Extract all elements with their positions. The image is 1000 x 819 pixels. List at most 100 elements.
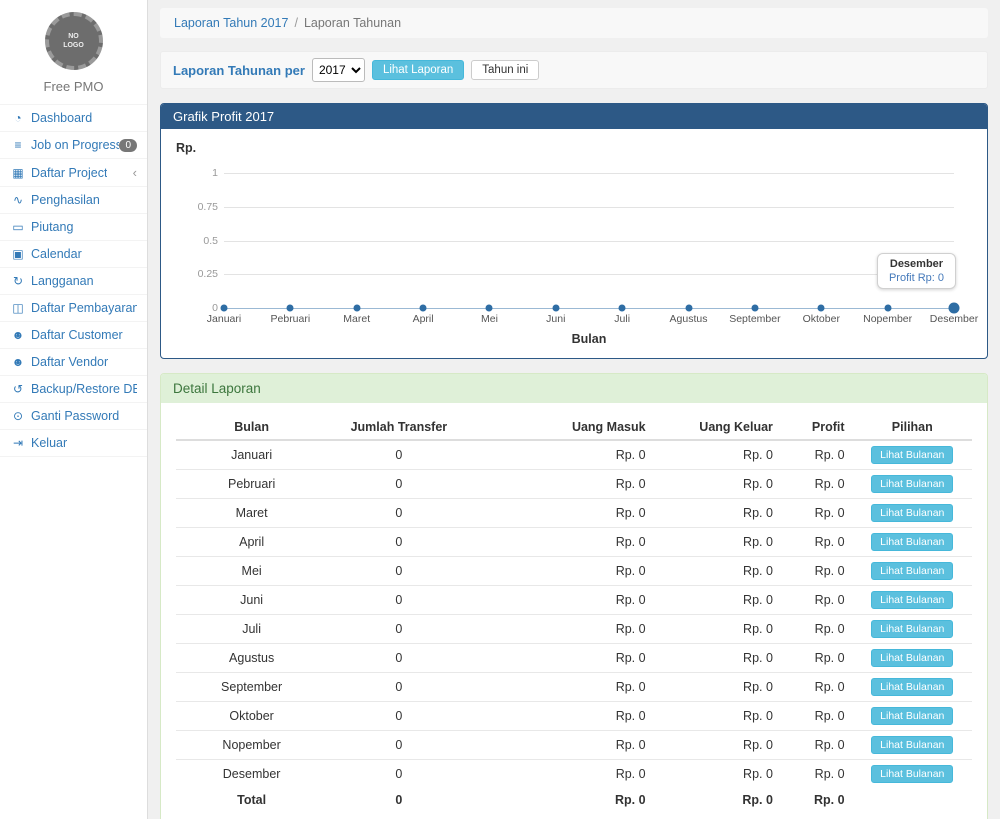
- cell-pilihan: Lihat Bulanan: [853, 528, 972, 557]
- sidebar-item-langganan[interactable]: ↻ Langganan: [0, 267, 147, 294]
- lihat-bulanan-button[interactable]: Lihat Bulanan: [871, 765, 953, 783]
- data-point-juli[interactable]: [619, 305, 626, 312]
- cell-profit: Rp. 0: [781, 557, 853, 586]
- sidebar-item-dashboard[interactable]: ◔Dashboard: [0, 104, 147, 131]
- sidebar-item-label: Daftar Vendor: [31, 355, 108, 369]
- lihat-bulanan-button[interactable]: Lihat Bulanan: [871, 591, 953, 609]
- data-point-desember[interactable]: [949, 303, 960, 314]
- data-point-mei[interactable]: [486, 305, 493, 312]
- app-logo: NO LOGO: [45, 12, 103, 70]
- x-tick-label: Desember: [930, 313, 978, 325]
- breadcrumb: Laporan Tahun 2017/Laporan Tahunan: [160, 8, 988, 38]
- tahun-ini-button[interactable]: Tahun ini: [471, 60, 539, 80]
- cell-pilihan: Lihat Bulanan: [853, 499, 972, 528]
- data-point-nopember[interactable]: [884, 305, 891, 312]
- sidebar-item-daftar-vendor[interactable]: ☻Daftar Vendor: [0, 348, 147, 375]
- lihat-bulanan-button[interactable]: Lihat Bulanan: [871, 562, 953, 580]
- cell-jumlah-transfer: 0: [327, 702, 470, 731]
- detail-report-panel: Detail Laporan Bulan Jumlah Transfer Uan…: [160, 373, 988, 819]
- sidebar-item-label: Calendar: [31, 247, 82, 261]
- sidebar-item-keluar[interactable]: ⇥Keluar: [0, 429, 147, 457]
- lihat-bulanan-button[interactable]: Lihat Bulanan: [871, 504, 953, 522]
- cell-jumlah-transfer: 0: [327, 557, 470, 586]
- data-point-pebruari[interactable]: [287, 305, 294, 312]
- project-table-icon: ▦: [10, 166, 26, 180]
- calendar-icon: ▣: [10, 247, 26, 261]
- lihat-bulanan-button[interactable]: Lihat Bulanan: [871, 736, 953, 754]
- profit-chart-panel: Grafik Profit 2017 Rp. 00.250.50.751 Jan…: [160, 103, 988, 359]
- x-tick-label: Pebruari: [271, 313, 311, 325]
- data-point-juni[interactable]: [552, 305, 559, 312]
- sidebar-item-daftar-project[interactable]: ▦Daftar Project‹: [0, 158, 147, 186]
- cell-pilihan: Lihat Bulanan: [853, 644, 972, 673]
- cell-bulan: Pebruari: [176, 470, 327, 499]
- cell-uang-keluar: Rp. 0: [654, 528, 781, 557]
- lihat-bulanan-button[interactable]: Lihat Bulanan: [871, 446, 953, 464]
- sidebar-item-label: Backup/Restore DB: [31, 382, 137, 396]
- sidebar-item-label: Dashboard: [31, 111, 92, 125]
- cell-bulan: Maret: [176, 499, 327, 528]
- sidebar-item-label: Langganan: [31, 274, 94, 288]
- cell-uang-masuk: Rp. 0: [471, 673, 654, 702]
- cell-uang-masuk: Rp. 0: [471, 440, 654, 470]
- cell-bulan: Nopember: [176, 731, 327, 760]
- lihat-laporan-button[interactable]: Lihat Laporan: [372, 60, 464, 80]
- cell-jumlah-transfer: 0: [327, 615, 470, 644]
- year-select[interactable]: 2017: [312, 58, 365, 82]
- cell-jumlah-transfer: 0: [327, 499, 470, 528]
- sidebar-item-penghasilan[interactable]: ∿Penghasilan: [0, 186, 147, 213]
- breadcrumb-link-laporan-tahun[interactable]: Laporan Tahun 2017: [174, 16, 288, 30]
- cell-uang-keluar: Rp. 0: [654, 644, 781, 673]
- data-point-agustus[interactable]: [685, 305, 692, 312]
- subscription-refresh-icon: ↻: [10, 274, 26, 288]
- sidebar-item-calendar[interactable]: ▣ Calendar: [0, 240, 147, 267]
- cell-profit: Rp. 0: [781, 644, 853, 673]
- cell-pilihan: Lihat Bulanan: [853, 673, 972, 702]
- sidebar-item-ganti-password[interactable]: ⊙Ganti Password: [0, 402, 147, 429]
- header-profit: Profit: [781, 415, 853, 440]
- sidebar-item-daftar-customer[interactable]: ☻Daftar Customer: [0, 321, 147, 348]
- sidebar-item-piutang[interactable]: ▭Piutang: [0, 213, 147, 240]
- header-pilihan: Pilihan: [853, 415, 972, 440]
- data-point-oktober[interactable]: [818, 305, 825, 312]
- total-uang-keluar: Rp. 0: [654, 788, 781, 812]
- table-row: April0Rp. 0Rp. 0Rp. 0Lihat Bulanan: [176, 528, 972, 557]
- x-tick-label: Juli: [614, 313, 630, 325]
- lihat-bulanan-button[interactable]: Lihat Bulanan: [871, 649, 953, 667]
- cell-pilihan: Lihat Bulanan: [853, 731, 972, 760]
- data-point-maret[interactable]: [353, 305, 360, 312]
- chart-x-axis-label: Bulan: [224, 332, 954, 346]
- chart-panel-body: Rp. 00.250.50.751 JanuariPebruariMaretAp…: [161, 129, 987, 358]
- lihat-bulanan-button[interactable]: Lihat Bulanan: [871, 475, 953, 493]
- lihat-bulanan-button[interactable]: Lihat Bulanan: [871, 620, 953, 638]
- logo-placeholder-text: NO LOGO: [59, 32, 89, 51]
- report-table: Bulan Jumlah Transfer Uang Masuk Uang Ke…: [176, 415, 972, 812]
- data-point-april[interactable]: [420, 305, 427, 312]
- chart-panel-title: Grafik Profit 2017: [161, 104, 987, 129]
- chevron-left-icon: ‹: [133, 165, 137, 180]
- x-tick-label: Nopember: [863, 313, 912, 325]
- cell-uang-masuk: Rp. 0: [471, 557, 654, 586]
- data-point-september[interactable]: [751, 305, 758, 312]
- sidebar-item-job-on-progress[interactable]: ≡Job on Progress0: [0, 131, 147, 158]
- lihat-bulanan-button[interactable]: Lihat Bulanan: [871, 533, 953, 551]
- filter-label: Laporan Tahunan per: [173, 63, 305, 78]
- y-tick-label: 0.25: [178, 268, 218, 280]
- count-badge: 0: [119, 139, 137, 152]
- sidebar-item-backup-restore-db[interactable]: ↺Backup/Restore DB: [0, 375, 147, 402]
- sidebar-item-daftar-pembayaran[interactable]: ◫Daftar Pembayaran: [0, 294, 147, 321]
- total-jumlah-transfer: 0: [327, 788, 470, 812]
- x-tick-label: Januari: [207, 313, 241, 325]
- cell-profit: Rp. 0: [781, 731, 853, 760]
- cell-uang-keluar: Rp. 0: [654, 499, 781, 528]
- cell-bulan: April: [176, 528, 327, 557]
- cell-uang-masuk: Rp. 0: [471, 470, 654, 499]
- cell-jumlah-transfer: 0: [327, 440, 470, 470]
- payments-icon: ◫: [10, 301, 26, 315]
- lihat-bulanan-button[interactable]: Lihat Bulanan: [871, 707, 953, 725]
- profit-chart: Rp. 00.250.50.751 JanuariPebruariMaretAp…: [176, 141, 972, 346]
- cell-pilihan: Lihat Bulanan: [853, 615, 972, 644]
- chart-xticks: JanuariPebruariMaretAprilMeiJuniJuliAgus…: [224, 308, 954, 326]
- data-point-januari[interactable]: [221, 305, 228, 312]
- lihat-bulanan-button[interactable]: Lihat Bulanan: [871, 678, 953, 696]
